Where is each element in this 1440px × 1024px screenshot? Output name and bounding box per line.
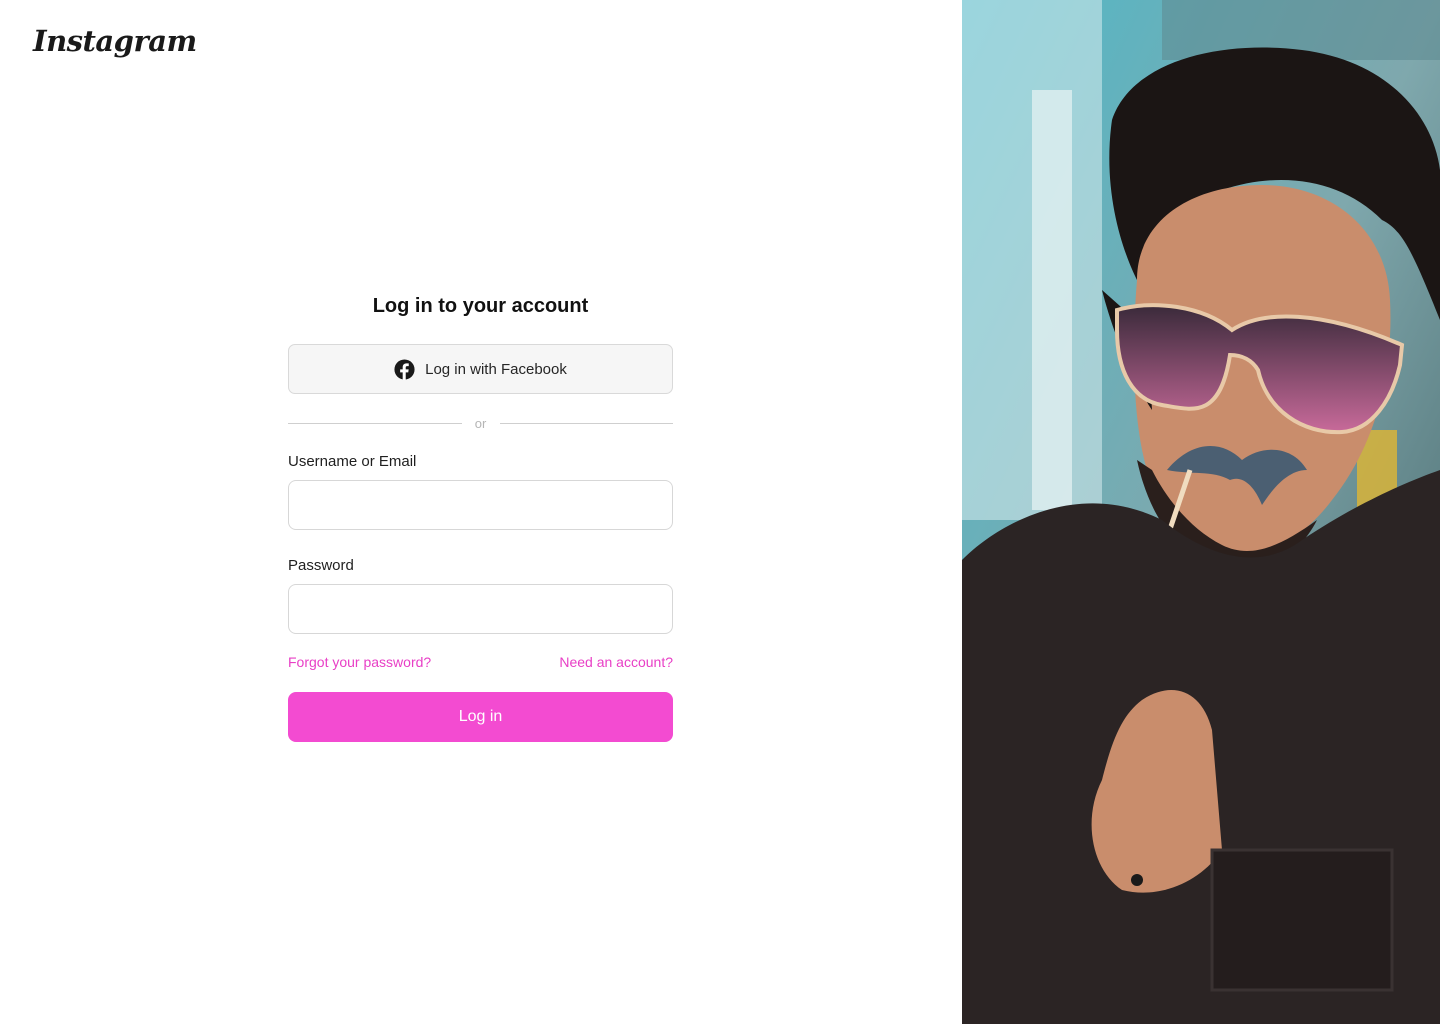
instagram-logo[interactable]: Instagram: [33, 24, 197, 58]
facebook-login-button[interactable]: Log in with Facebook: [288, 344, 673, 394]
facebook-login-label: Log in with Facebook: [425, 360, 567, 378]
login-panel: Instagram Log in to your account Log in …: [0, 0, 962, 1024]
login-button[interactable]: Log in: [288, 692, 673, 742]
username-input[interactable]: [288, 480, 673, 530]
auth-links: Forgot your password? Need an account?: [288, 654, 673, 672]
username-label: Username or Email: [288, 453, 417, 470]
divider-line-right: [499, 422, 673, 424]
hero-photo-illustration: [962, 0, 1440, 1024]
divider-text: or: [474, 415, 487, 431]
or-divider: or: [288, 414, 673, 432]
page-title: Log in to your account: [372, 295, 589, 317]
password-label: Password: [288, 557, 354, 574]
hero-photo: [962, 0, 1440, 1024]
divider-line-left: [288, 422, 462, 424]
login-form: Log in to your account Log in with Faceb…: [288, 290, 673, 742]
forgot-password-link[interactable]: Forgot your password?: [288, 654, 431, 672]
facebook-icon: [394, 358, 415, 380]
need-account-link[interactable]: Need an account?: [559, 654, 673, 672]
password-input[interactable]: [288, 584, 673, 634]
